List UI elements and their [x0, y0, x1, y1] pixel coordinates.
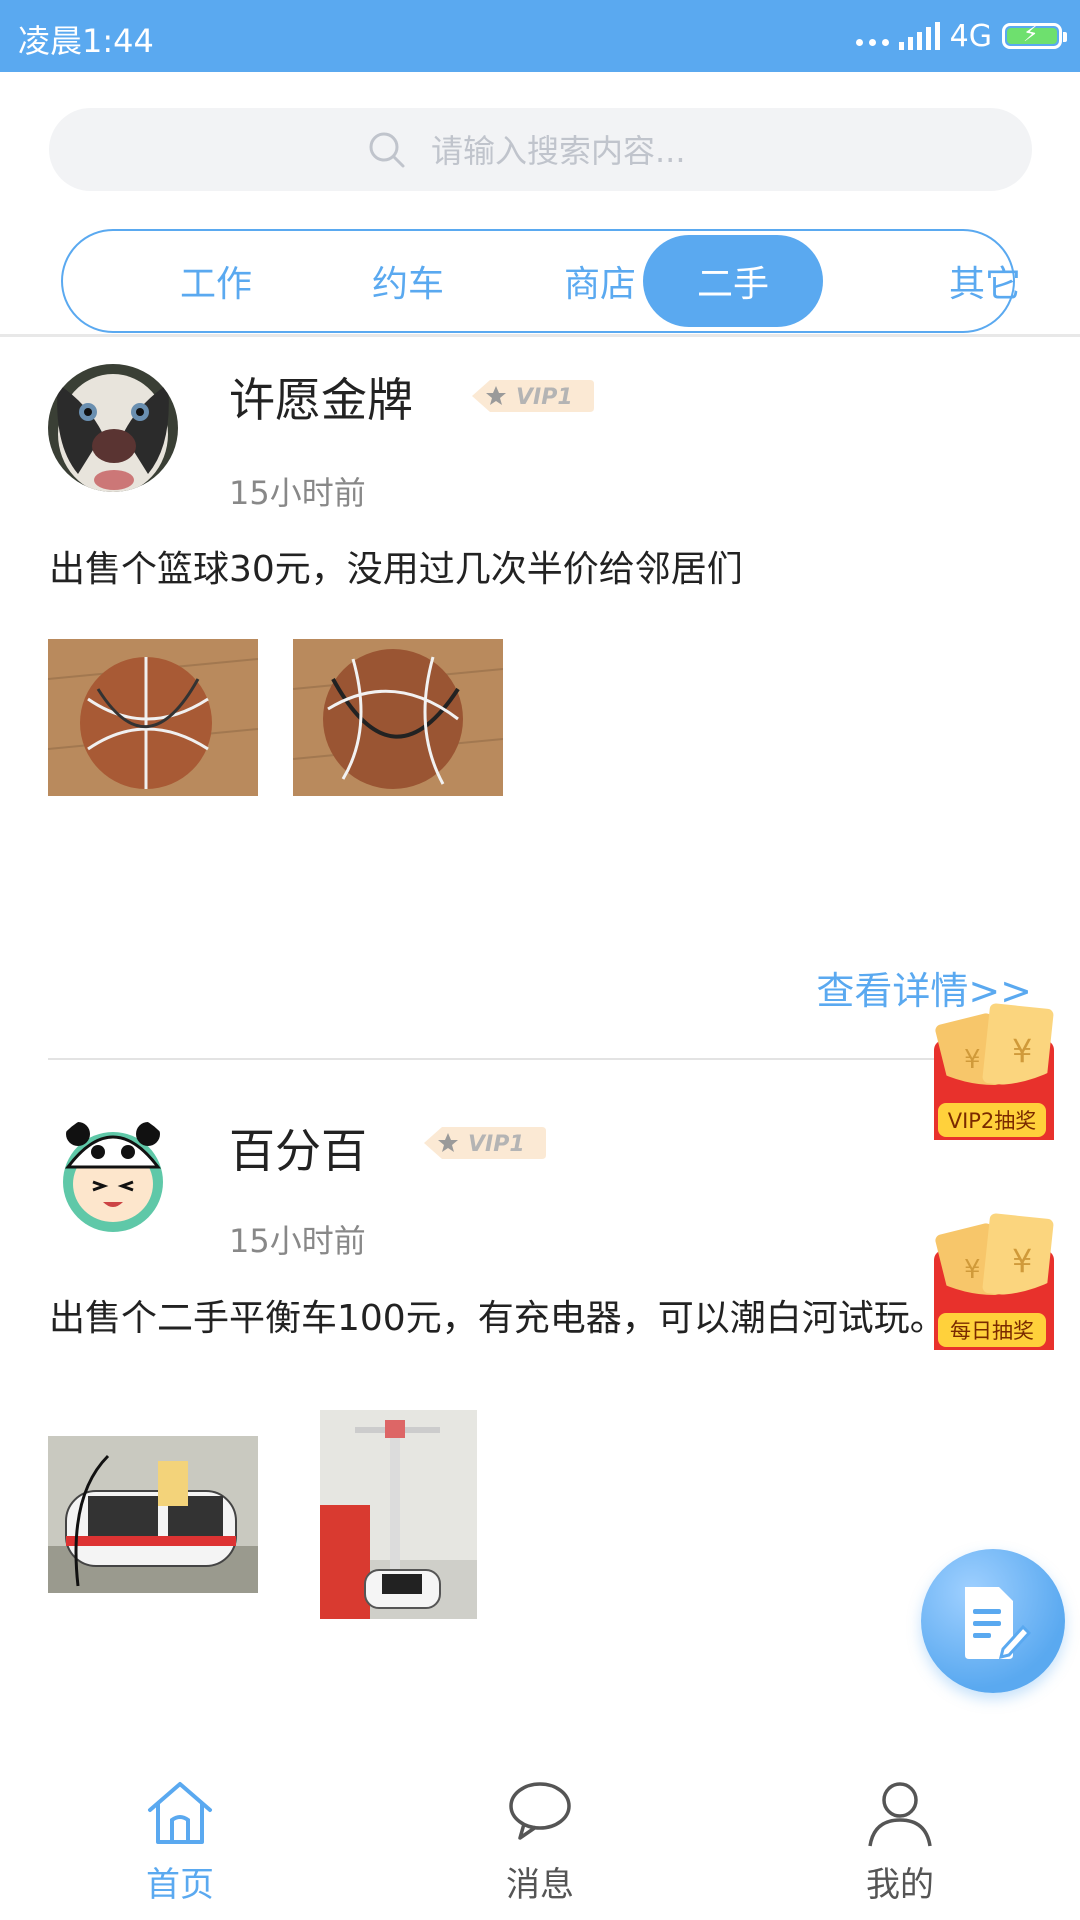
daily-lottery-label: 每日抽奖	[938, 1313, 1046, 1347]
post-time: 15小时前	[229, 474, 366, 512]
nav-home-label: 首页	[146, 1865, 214, 1905]
post-time: 15小时前	[229, 1222, 366, 1260]
svg-text:¥: ¥	[1012, 1032, 1032, 1070]
avatar[interactable]	[48, 1112, 178, 1240]
tab-other[interactable]: 其它	[895, 235, 1075, 327]
avatar[interactable]	[48, 364, 178, 492]
vip-badge: VIP1	[470, 378, 595, 412]
post-image[interactable]	[48, 1436, 258, 1593]
chat-bubble-icon	[509, 1782, 571, 1840]
more-dots-icon	[855, 26, 889, 46]
search-input[interactable]	[429, 108, 993, 193]
tab-work[interactable]: 工作	[126, 235, 306, 327]
post-content: 出售个篮球30元，没用过几次半价给邻居们	[49, 549, 743, 590]
nav-messages-label: 消息	[506, 1865, 574, 1905]
home-icon	[148, 1782, 212, 1844]
edit-document-icon	[965, 1587, 1031, 1660]
daily-lottery-button[interactable]: ¥ ¥ 每日抽奖	[924, 1210, 1060, 1355]
category-tabs: 工作 约车 商店 二手 其它	[61, 229, 1021, 333]
svg-text:¥: ¥	[964, 1045, 981, 1075]
username: 百分百	[229, 1124, 367, 1178]
post-image[interactable]	[48, 639, 258, 796]
post-divider	[48, 1058, 1032, 1060]
user-icon	[868, 1782, 932, 1847]
status-bar: 凌晨1:44 4G ⚡	[0, 0, 1080, 72]
svg-text:VIP1: VIP1	[468, 1132, 525, 1157]
vip-lottery-button[interactable]: ¥ ¥ VIP2抽奖	[924, 1000, 1060, 1145]
nav-profile-label: 我的	[866, 1865, 934, 1905]
vip-lottery-label: VIP2抽奖	[938, 1103, 1046, 1137]
tab-carpool[interactable]: 约车	[318, 235, 498, 327]
search-bar[interactable]	[49, 108, 1032, 193]
svg-text:VIP1: VIP1	[516, 385, 573, 410]
network-type: 4G	[949, 18, 992, 54]
tab-secondhand[interactable]: 二手	[643, 235, 823, 327]
vip-badge: VIP1	[422, 1125, 547, 1159]
post-image[interactable]	[293, 639, 503, 796]
username: 许愿金牌	[229, 373, 413, 427]
svg-text:¥: ¥	[1012, 1242, 1032, 1280]
signal-icon	[898, 22, 940, 50]
bottom-nav: 首页 消息 我的	[0, 1740, 1080, 1920]
post-content: 出售个二手平衡车100元，有充电器，可以潮白河试玩。	[49, 1298, 946, 1339]
compose-post-button[interactable]	[921, 1549, 1065, 1693]
svg-text:¥: ¥	[964, 1255, 981, 1285]
status-indicators: 4G ⚡	[855, 14, 1067, 58]
nav-messages[interactable]: 消息	[440, 1740, 640, 1920]
nav-home[interactable]: 首页	[80, 1740, 280, 1920]
nav-profile[interactable]: 我的	[800, 1740, 1000, 1920]
header-divider	[0, 334, 1080, 337]
battery-charging-icon: ⚡	[1002, 22, 1067, 49]
post-image[interactable]	[320, 1410, 477, 1619]
search-icon	[369, 132, 405, 168]
status-time: 凌晨1:44	[18, 22, 154, 60]
